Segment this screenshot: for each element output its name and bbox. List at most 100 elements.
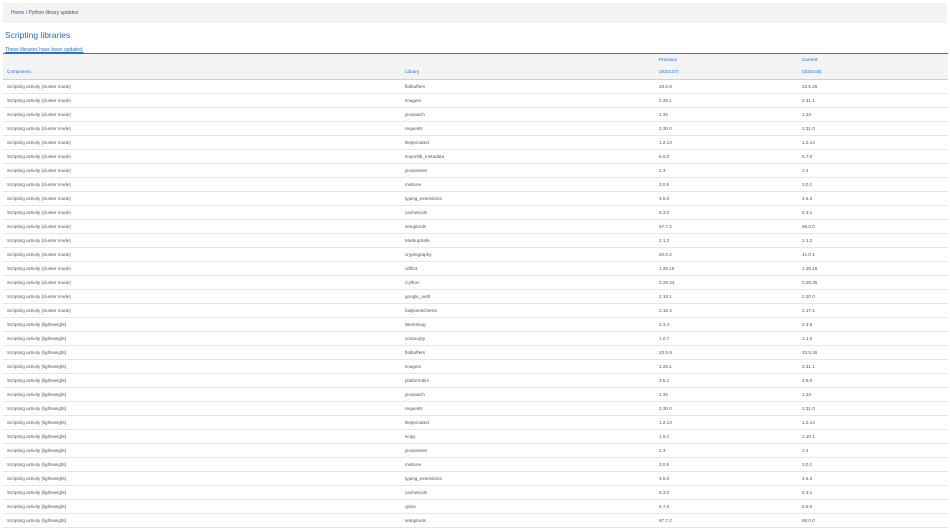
cell-previous-version: 4.5.0 — [655, 471, 798, 486]
cell-previous-version: 2.16.3 — [655, 303, 798, 318]
cell-current-version: 2.3.6 — [798, 317, 948, 332]
table-row: Scripting activity (cluster mode) jsonpat… — [3, 107, 948, 122]
table-row: Scripting activity (cluster mode) Cython 0… — [3, 275, 948, 290]
cell-current-version: 3.0.1 — [798, 457, 948, 472]
breadcrumb: Home / Python library updates — [3, 3, 947, 23]
cell-component: Scripting activity (cluster mode) — [3, 79, 401, 94]
cell-library: mistune — [401, 457, 655, 472]
cell-current-version: 3.8.0 — [798, 373, 948, 388]
cell-current-version: 5.3.1 — [798, 485, 948, 500]
cell-previous-version: 5.7.0 — [655, 499, 798, 514]
cell-current-version: 6.7.0 — [798, 149, 948, 164]
table-row: Scripting activity (cluster mode) request… — [3, 121, 948, 136]
cell-library: setuptools — [401, 513, 655, 528]
table-row: Scripting activity (lightweight) imageio 2… — [3, 359, 948, 374]
cell-component: Scripting activity (lightweight) — [3, 429, 401, 444]
cell-current-version: 23.5.26 — [798, 79, 948, 94]
cell-library: jsonpointer — [401, 163, 655, 178]
cell-current-version: 41.0.1 — [798, 247, 948, 262]
table-row: Scripting activity (cluster mode) fastjso… — [3, 303, 948, 318]
table-row: Scripting activity (lightweight) ujson 5.7… — [3, 499, 948, 514]
cell-current-version: 2.4 — [798, 163, 948, 178]
cell-previous-version: 23.5.9 — [655, 345, 798, 360]
cell-current-version: 2.1.3 — [798, 233, 948, 248]
cell-previous-version: 2.3.4 — [655, 317, 798, 332]
table-row: Scripting activity (cluster mode) Depreca… — [3, 135, 948, 150]
table-row: Scripting activity (lightweight) scipy 1.9… — [3, 429, 948, 444]
table-row: Scripting activity (lightweight) typing_e… — [3, 471, 948, 486]
cell-library: flatbuffers — [401, 345, 655, 360]
cell-current-version: 4.6.3 — [798, 471, 948, 486]
breadcrumb-home-link[interactable]: Home — [11, 10, 24, 16]
cell-component: Scripting activity (cluster mode) — [3, 275, 401, 290]
table-row: Scripting activity (lightweight) jsonpatc… — [3, 387, 948, 402]
cell-current-version: 1.33 — [798, 387, 948, 402]
cell-component: Scripting activity (cluster mode) — [3, 135, 401, 150]
table-row: Scripting activity (cluster mode) jsonpoi… — [3, 163, 948, 178]
cell-library: cachetools — [401, 485, 655, 500]
cell-component: Scripting activity (cluster mode) — [3, 93, 401, 108]
cell-component: Scripting activity (lightweight) — [3, 471, 401, 486]
table-row: Scripting activity (lightweight) platform… — [3, 373, 948, 388]
cell-library: ujson — [401, 499, 655, 514]
column-header-current[interactable]: Current — [798, 54, 948, 65]
library-updates-table: Previous Current Component Library (2023… — [3, 54, 948, 528]
cell-previous-version: 2.1.2 — [655, 233, 798, 248]
column-header-previous-date: (2023.07) — [655, 65, 798, 79]
cell-library: requests — [401, 401, 655, 416]
cell-component: Scripting activity (cluster mode) — [3, 261, 401, 276]
table-row: Scripting activity (cluster mode) MarkupS… — [3, 233, 948, 248]
cell-current-version: 5.8.0 — [798, 499, 948, 514]
cell-library: imageio — [401, 359, 655, 374]
header-empty-component — [3, 54, 401, 65]
cell-previous-version: 40.0.2 — [655, 247, 798, 262]
table-row: Scripting activity (cluster mode) flatbuf… — [3, 79, 948, 94]
table-row: Scripting activity (cluster mode) typing_… — [3, 191, 948, 206]
cell-current-version: 2.31.0 — [798, 121, 948, 136]
table-row: Scripting activity (lightweight) Werkzeug… — [3, 317, 948, 332]
cell-previous-version: 2.30.0 — [655, 401, 798, 416]
cell-library: typing_extensions — [401, 471, 655, 486]
cell-current-version: 1.26.16 — [798, 261, 948, 276]
cell-library: Cython — [401, 275, 655, 290]
cell-library: Werkzeug — [401, 317, 655, 332]
cell-current-version: 2.31.1 — [798, 359, 948, 374]
table-row: Scripting activity (cluster mode) google_… — [3, 289, 948, 304]
cell-component: Scripting activity (lightweight) — [3, 317, 401, 332]
cell-current-version: 1.10.1 — [798, 429, 948, 444]
cell-current-version: 3.0.1 — [798, 177, 948, 192]
table-header-row: Previous Current — [3, 54, 948, 65]
cell-component: Scripting activity (cluster mode) — [3, 191, 401, 206]
cell-current-version: 4.6.3 — [798, 191, 948, 206]
table-row: Scripting activity (cluster mode) importl… — [3, 149, 948, 164]
cell-previous-version: 1.26.15 — [655, 261, 798, 276]
cell-component: Scripting activity (cluster mode) — [3, 163, 401, 178]
cell-current-version: 0.29.35 — [798, 275, 948, 290]
cell-previous-version: 2.30.0 — [655, 121, 798, 136]
cell-library: jsonpointer — [401, 443, 655, 458]
cell-previous-version: 2.0.5 — [655, 457, 798, 472]
cell-previous-version: 67.7.2 — [655, 219, 798, 234]
cell-component: Scripting activity (lightweight) — [3, 373, 401, 388]
table-row: Scripting activity (lightweight) flatbuff… — [3, 345, 948, 360]
header-empty-library — [401, 54, 655, 65]
cell-component: Scripting activity (cluster mode) — [3, 233, 401, 248]
table-row: Scripting activity (lightweight) setuptoo… — [3, 513, 948, 528]
cell-current-version: 2.4 — [798, 443, 948, 458]
cell-component: Scripting activity (cluster mode) — [3, 205, 401, 220]
cell-previous-version: 5.3.0 — [655, 205, 798, 220]
column-header-component[interactable]: Component — [3, 65, 401, 79]
cell-component: Scripting activity (lightweight) — [3, 387, 401, 402]
column-header-library[interactable]: Library — [401, 65, 655, 79]
table-row: Scripting activity (cluster mode) urllib3… — [3, 261, 948, 276]
table-row: Scripting activity (cluster mode) setupto… — [3, 219, 948, 234]
cell-previous-version: 4.5.0 — [655, 191, 798, 206]
cell-current-version: 2.20.0 — [798, 289, 948, 304]
cell-component: Scripting activity (cluster mode) — [3, 177, 401, 192]
cell-current-version: 1.2.14 — [798, 415, 948, 430]
table-row: Scripting activity (lightweight) contourp… — [3, 331, 948, 346]
cell-previous-version: 2.18.1 — [655, 289, 798, 304]
cell-library: fastjsonschema — [401, 303, 655, 318]
column-header-previous[interactable]: Previous — [655, 54, 798, 65]
table-row: Scripting activity (lightweight) cachetoo… — [3, 485, 948, 500]
